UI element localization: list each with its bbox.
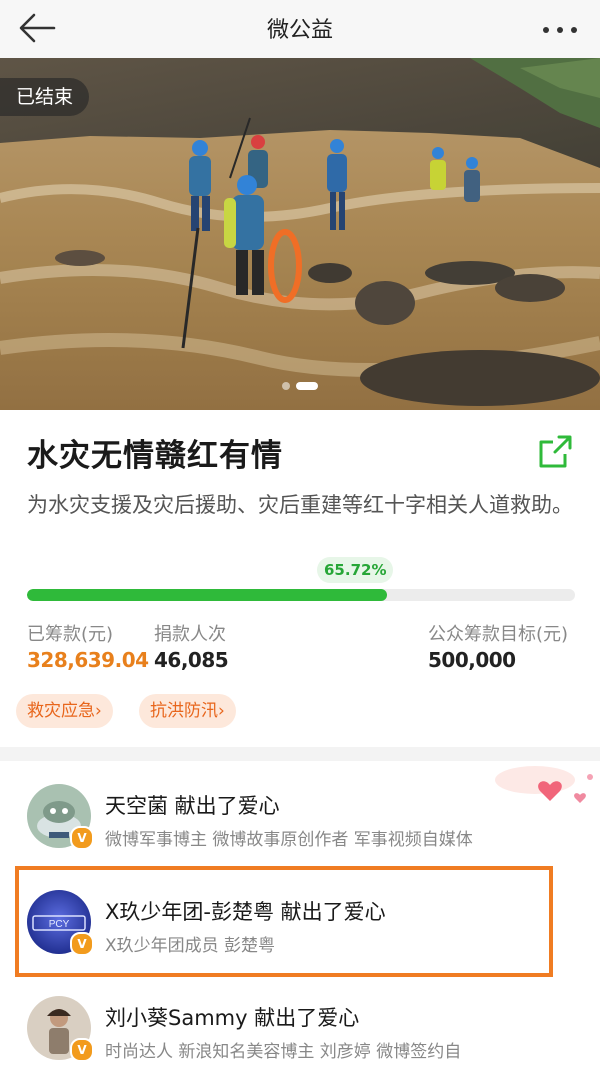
status-badge: 已结束 [0, 78, 90, 116]
project-title: 水灾无情赣红有情 [27, 438, 283, 474]
donor-name: 刘小葵Sammy 献出了爱心 [105, 1006, 360, 1030]
donor-subtitle: 时尚达人 新浪知名美容博主 刘彦婷 微博签约自 [105, 1042, 462, 1062]
more-dots-icon [543, 27, 577, 33]
raised-amount: 328,639.04 [27, 648, 149, 672]
progress-bar-fill [27, 589, 388, 601]
donor-subtitle: 微博军事博主 微博故事原创作者 军事视频自媒体 [105, 830, 473, 850]
share-icon [539, 435, 572, 468]
donor-item[interactable]: V 天空菌 献出了爱心 微博军事博主 微博故事原创作者 军事视频自媒体 [0, 766, 600, 866]
top-bar: 微公益 [0, 0, 600, 59]
carousel-dot-active[interactable] [296, 382, 318, 390]
progress-percent-label: 65.72% [317, 557, 394, 583]
tag-flood-control[interactable]: 抗洪防汛› [139, 694, 236, 728]
verified-badge: V [70, 1038, 94, 1062]
carousel-dot[interactable] [282, 382, 290, 390]
hero-banner[interactable]: 已结束 [0, 58, 600, 410]
donations-count: 46,085 [154, 648, 229, 672]
carousel-indicator [0, 375, 600, 394]
target-label: 公众筹款目标(元) [428, 624, 569, 645]
page-title: 微公益 [266, 18, 333, 43]
more-button[interactable] [538, 8, 582, 48]
project-description: 为水灾支援及灾后援助、灾后重建等红十字相关人道救助。 [27, 493, 573, 517]
highlight-frame [15, 866, 553, 977]
target-amount: 500,000 [428, 648, 516, 672]
share-button[interactable] [535, 432, 575, 472]
verified-badge: V [70, 826, 94, 850]
tag-disaster-relief[interactable]: 救灾应急› [16, 694, 113, 728]
flood-rescue-photo [0, 58, 600, 410]
raised-label: 已筹款(元) [27, 624, 114, 645]
donor-name: 天空菌 献出了爱心 [105, 794, 280, 818]
progress-bar [27, 589, 575, 601]
donor-item[interactable]: V 刘小葵Sammy 献出了爱心 时尚达人 新浪知名美容博主 刘彦婷 微博签约自 [0, 978, 600, 1078]
section-divider [0, 747, 600, 761]
donations-count-label: 捐款人次 [154, 624, 226, 645]
